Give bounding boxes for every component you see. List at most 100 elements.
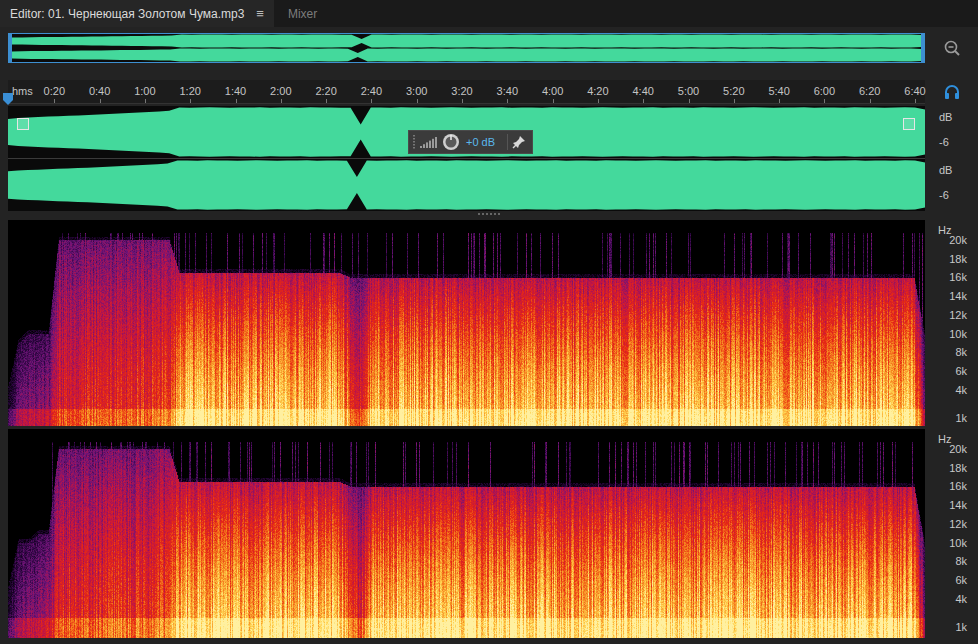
time-tick: 2:40 xyxy=(361,83,382,100)
time-tick: 2:20 xyxy=(315,83,336,100)
frequency-tick: 8k xyxy=(955,344,967,361)
time-tick: 4:00 xyxy=(542,83,563,100)
frequency-tick: 10k xyxy=(949,325,967,342)
tick-mark xyxy=(553,99,554,103)
time-tick: 6:40 xyxy=(904,83,925,100)
spectrogram-channel[interactable] xyxy=(8,429,925,638)
time-tick: 4:20 xyxy=(587,83,608,100)
time-tick: 6:00 xyxy=(814,83,835,100)
overview-waveform xyxy=(12,49,921,62)
tick-mark xyxy=(779,99,780,103)
tab-menu-icon[interactable]: ≡ xyxy=(256,4,264,24)
playhead[interactable] xyxy=(3,93,13,105)
waveform-panel[interactable]: +0 dB xyxy=(8,106,925,211)
volume-reading[interactable]: +0 dB xyxy=(464,134,503,151)
channel-scale: dB -6 xyxy=(925,159,978,211)
headphones-icon[interactable] xyxy=(944,84,960,100)
tick-mark xyxy=(236,99,237,103)
overview-waveform xyxy=(12,35,921,48)
time-ruler[interactable]: hms 0:20 0:40 1:00 1:20 1:40 2:00 2:20 2:40 3:00 3… xyxy=(8,80,925,104)
frequency-scale: Hz20k18k16k14k12k10k8k6k4k1k xyxy=(925,429,978,638)
tab-bar: Editor: 01. Чернеющая Золотом Чума.mp3 ≡ M… xyxy=(0,0,978,27)
fade-out-handle[interactable] xyxy=(903,118,915,130)
tick-mark xyxy=(643,99,644,103)
frequency-tick: 4k xyxy=(955,590,967,607)
tick-mark xyxy=(54,99,55,103)
zoom-out-icon[interactable] xyxy=(943,39,961,57)
tick-mark xyxy=(145,99,146,103)
frequency-tick: 20k xyxy=(949,232,967,249)
overview-tools xyxy=(925,39,978,57)
tick-mark xyxy=(281,99,282,103)
time-unit: hms xyxy=(12,83,33,100)
time-tick: 6:20 xyxy=(859,83,880,100)
time-tick: 1:20 xyxy=(179,83,200,100)
time-tick: 0:20 xyxy=(44,83,65,100)
panel-divider[interactable] xyxy=(0,213,978,220)
frequency-tick: 18k xyxy=(949,250,967,267)
frequency-tick: 1k xyxy=(955,618,967,635)
frequency-tick: 4k xyxy=(955,381,967,398)
scale-unit: dB xyxy=(939,109,978,126)
frequency-tick: 1k xyxy=(955,409,967,426)
frequency-tick: 16k xyxy=(949,478,967,495)
time-tick: 3:40 xyxy=(497,83,518,100)
channel-waveform[interactable] xyxy=(8,159,925,211)
frequency-tick: 8k xyxy=(955,553,967,570)
channel-separator xyxy=(8,158,925,159)
tick-mark xyxy=(689,99,690,103)
amplitude-scale: dB -6 dB -6 xyxy=(925,106,978,211)
time-tick: 5:20 xyxy=(723,83,744,100)
frequency-tick: 10k xyxy=(949,534,967,551)
ruler-tools xyxy=(925,80,978,104)
tick-mark xyxy=(462,99,463,103)
volume-hud[interactable]: +0 dB xyxy=(408,130,533,154)
spectrogram-channel[interactable] xyxy=(8,220,925,426)
fade-in-handle[interactable] xyxy=(17,118,29,130)
scale-unit: dB xyxy=(939,162,978,179)
frequency-tick: 6k xyxy=(955,572,967,589)
volume-knob-icon[interactable] xyxy=(442,133,460,151)
time-tick: 2:00 xyxy=(270,83,291,100)
frequency-tick: 16k xyxy=(949,269,967,286)
frequency-tick: 12k xyxy=(949,516,967,533)
tick-mark xyxy=(507,99,508,103)
tick-mark xyxy=(326,99,327,103)
spectrogram-canvas[interactable] xyxy=(8,429,925,638)
frequency-scale: Hz20k18k16k14k12k10k8k6k4k1k xyxy=(925,220,978,426)
tick-mark xyxy=(598,99,599,103)
time-tick: 5:40 xyxy=(768,83,789,100)
grip-icon[interactable] xyxy=(412,134,416,150)
frequency-tick: 18k xyxy=(949,459,967,476)
tick-mark xyxy=(824,99,825,103)
tick-mark xyxy=(915,99,916,103)
scale-tick: -6 xyxy=(939,187,978,204)
tick-mark xyxy=(417,99,418,103)
scale-tick: -6 xyxy=(939,134,978,151)
frequency-tick: 12k xyxy=(949,307,967,324)
time-tick: 5:00 xyxy=(678,83,699,100)
frequency-tick: 14k xyxy=(949,288,967,305)
time-tick: 1:00 xyxy=(134,83,155,100)
pin-icon[interactable] xyxy=(512,135,526,149)
editor-tab[interactable]: Editor: 01. Чернеющая Золотом Чума.mp3 ≡ xyxy=(0,0,274,27)
time-tick: 3:00 xyxy=(406,83,427,100)
frequency-tick: 14k xyxy=(949,497,967,514)
frequency-tick: 6k xyxy=(955,363,967,380)
time-tick: 4:40 xyxy=(632,83,653,100)
spectrogram-canvas[interactable] xyxy=(8,220,925,426)
waveform-envelope xyxy=(8,160,925,210)
tick-mark xyxy=(100,99,101,103)
editor-tab[interactable]: Mixer xyxy=(274,0,327,27)
meter-icon xyxy=(420,136,438,148)
time-tick: 3:20 xyxy=(451,83,472,100)
tab-label[interactable]: Mixer xyxy=(288,5,317,23)
time-tick: 0:40 xyxy=(89,83,110,100)
waveform-envelope xyxy=(8,107,925,157)
tick-mark xyxy=(734,99,735,103)
tab-label[interactable]: Editor: 01. Чернеющая Золотом Чума.mp3 xyxy=(10,5,244,23)
time-tick: 1:40 xyxy=(225,83,246,100)
tick-mark xyxy=(870,99,871,103)
channel-scale: dB -6 xyxy=(925,106,978,158)
overview-strip[interactable] xyxy=(8,33,925,63)
